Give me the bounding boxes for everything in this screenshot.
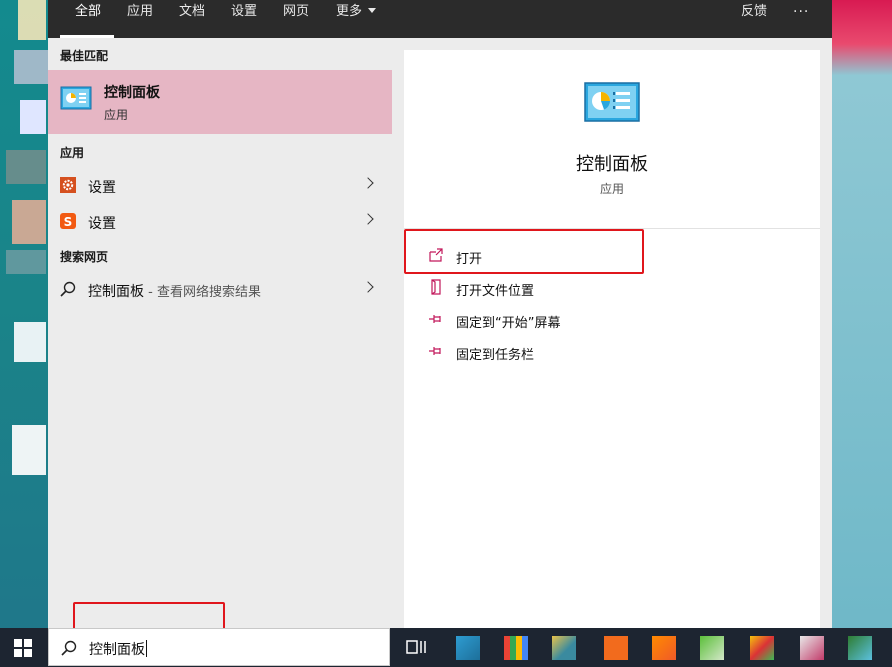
app-result-sogou-settings[interactable]: S 设置 — [48, 204, 392, 238]
text-caret — [146, 640, 147, 657]
web-search-heading: 搜索网页 — [60, 250, 109, 264]
divider — [404, 228, 820, 229]
tab-settings[interactable]: 设置 — [229, 0, 259, 38]
more-options-button[interactable]: ··· — [791, 0, 811, 38]
taskbar-app-icon[interactable] — [652, 636, 676, 660]
search-input[interactable]: 控制面板 — [48, 628, 390, 666]
open-action-label: 打开 — [456, 252, 483, 267]
chevron-down-icon — [368, 8, 377, 13]
search-icon — [60, 281, 76, 297]
taskbar-app-icon[interactable] — [848, 636, 872, 660]
desktop-icon[interactable] — [12, 200, 46, 244]
taskbar-app-icon[interactable] — [504, 636, 528, 660]
pin-icon — [429, 315, 441, 323]
desktop-icon[interactable] — [6, 250, 46, 274]
sogou-s-icon: S — [60, 213, 76, 229]
chevron-right-icon[interactable] — [362, 281, 374, 293]
app-result-settings[interactable]: 设置 — [48, 168, 392, 202]
search-input-value: 控制面板 — [89, 639, 147, 659]
desktop-icon[interactable] — [12, 425, 46, 475]
svg-text:S: S — [64, 215, 73, 229]
desktop-icon[interactable] — [18, 0, 46, 40]
control-panel-large-icon — [584, 82, 640, 122]
best-match-type: 应用 — [104, 108, 129, 122]
result-detail-pane: 控制面板 应用 打开 打开文件位置 固定到“开始”屏幕 固定到任务栏 — [404, 50, 820, 628]
tab-all[interactable]: 全部 — [73, 0, 103, 38]
control-panel-icon — [60, 86, 92, 110]
active-tab-indicator — [60, 35, 114, 38]
desktop-icon[interactable] — [14, 50, 48, 84]
desktop-icon[interactable] — [20, 100, 46, 134]
pin-to-start-action[interactable]: 固定到“开始”屏幕 — [426, 307, 796, 335]
app-result-label: 设置 — [88, 216, 116, 232]
tab-web[interactable]: 网页 — [281, 0, 311, 38]
taskbar-app-icon[interactable] — [604, 636, 628, 660]
best-match-heading: 最佳匹配 — [60, 49, 109, 63]
chevron-right-icon[interactable] — [362, 177, 374, 189]
detail-type: 应用 — [599, 182, 624, 196]
tab-documents[interactable]: 文档 — [177, 0, 207, 38]
gear-icon — [60, 177, 76, 193]
taskbar-app-icon[interactable] — [700, 636, 724, 660]
tab-apps[interactable]: 应用 — [125, 0, 155, 38]
tab-more[interactable]: 更多 — [334, 0, 378, 38]
taskbar-app-icon[interactable] — [456, 636, 480, 660]
task-view-icon[interactable] — [404, 636, 428, 660]
search-filter-bar: 全部 应用 文档 设置 网页 更多 反馈 ··· — [48, 0, 832, 38]
pin-to-start-label: 固定到“开始”屏幕 — [456, 316, 561, 331]
windows-start-icon[interactable] — [14, 639, 32, 657]
web-search-query: 控制面板 — [88, 284, 144, 300]
app-result-label: 设置 — [88, 180, 116, 196]
pin-icon — [429, 347, 441, 355]
desktop-icon[interactable] — [6, 150, 46, 184]
search-query-text: 控制面板 — [89, 642, 145, 658]
open-file-location-label: 打开文件位置 — [456, 284, 535, 299]
taskbar-app-icon[interactable] — [552, 636, 576, 660]
taskbar-app-icon[interactable] — [800, 636, 824, 660]
best-match-title: 控制面板 — [104, 85, 160, 101]
feedback-button[interactable]: 反馈 — [739, 0, 769, 38]
open-file-location-action[interactable]: 打开文件位置 — [426, 275, 796, 303]
tab-more-label: 更多 — [336, 4, 363, 19]
file-location-icon — [431, 279, 441, 295]
detail-title: 控制面板 — [576, 154, 648, 175]
search-icon — [61, 640, 77, 656]
search-panel: 全部 应用 文档 设置 网页 更多 反馈 ··· 最佳匹配 控制面板 应用 应用 — [48, 0, 832, 628]
web-search-result[interactable]: 控制面板 - 查看网络搜索结果 — [48, 272, 392, 306]
apps-heading: 应用 — [60, 146, 85, 160]
web-search-label-group: 控制面板 - 查看网络搜索结果 — [88, 281, 261, 301]
pin-to-taskbar-label: 固定到任务栏 — [456, 348, 535, 363]
desktop-icon[interactable] — [14, 322, 46, 362]
best-match-result[interactable]: 控制面板 应用 — [48, 70, 392, 134]
open-action[interactable]: 打开 — [426, 243, 796, 271]
open-icon — [429, 248, 443, 262]
taskbar-app-icon[interactable] — [750, 636, 774, 660]
desktop-background-right — [832, 0, 892, 628]
pin-to-taskbar-action[interactable]: 固定到任务栏 — [426, 339, 796, 367]
web-search-suffix: - 查看网络搜索结果 — [144, 285, 261, 300]
chevron-right-icon[interactable] — [362, 213, 374, 225]
